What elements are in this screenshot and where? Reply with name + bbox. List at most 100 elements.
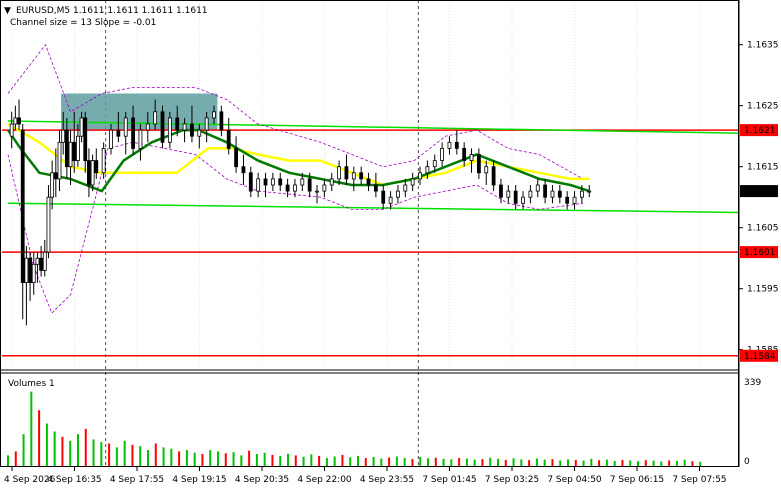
time-tick-label: 4 Sep 23:55 (360, 475, 414, 485)
candle-body (219, 111, 224, 131)
candle-body (182, 123, 187, 131)
candle-body (535, 184, 540, 192)
candle-body (68, 141, 73, 168)
time-tick-label: 7 Sep 04:50 (547, 475, 602, 485)
candle-body (425, 166, 430, 174)
candle-body (123, 117, 128, 137)
candle-body (403, 184, 408, 192)
time-axis: 4 Sep 20264 Sep 16:35 4 Sep 17:55 4 Sep 19… (4, 467, 727, 485)
candle-body (35, 257, 40, 265)
candle-body (270, 178, 275, 186)
candle-body (388, 196, 393, 204)
candle-body (432, 160, 437, 168)
candle-body (94, 160, 99, 174)
candle-body (263, 178, 268, 186)
candle-body (381, 190, 386, 204)
time-tick-label: 4 Sep 16:35 (47, 475, 101, 485)
candle-body (17, 117, 21, 125)
candle-body (13, 117, 18, 125)
candle-body (116, 129, 121, 137)
candle-body (447, 141, 452, 149)
level-tag-label: 1.1621 (744, 126, 776, 136)
price-tick-label: 1.1615 (747, 163, 779, 173)
candle-body (87, 160, 91, 186)
candle-body (359, 172, 364, 180)
symbol-info: EURUSD,M5 1.1611 1.1611 1.1611 1.1611 (16, 6, 208, 16)
candle-body (226, 129, 231, 149)
volumes-title: Volumes 1 (8, 379, 55, 389)
time-tick-label: 4 Sep 17:55 (110, 475, 164, 485)
candle-body (373, 184, 378, 192)
time-tick-label: 4 Sep 20:35 (235, 475, 289, 485)
candle-body (109, 129, 113, 149)
candle-body (175, 117, 180, 131)
candle-body (9, 123, 14, 137)
dropdown-triangle-icon[interactable]: ▼ (4, 6, 11, 16)
candle-body (337, 166, 341, 180)
candle-body (440, 147, 444, 161)
time-tick-label: 7 Sep 07:55 (672, 475, 726, 485)
candle-body (499, 184, 503, 198)
candle-body (329, 178, 334, 186)
candle-body (75, 135, 80, 161)
channel-info: Channel size = 13 Slope = -0.01 (10, 18, 156, 28)
candle-body (50, 172, 55, 198)
candle-body (212, 111, 216, 119)
candle-body (579, 190, 584, 198)
candle-body (278, 178, 283, 186)
candle-body (351, 172, 356, 180)
candle-body (462, 147, 467, 161)
candle-body (72, 141, 77, 162)
candle-body (528, 190, 533, 198)
candle-body (31, 263, 36, 283)
time-tick-label: 4 Sep 19:15 (172, 475, 226, 485)
candle-body (145, 123, 150, 131)
time-tick-label: 7 Sep 06:15 (610, 475, 664, 485)
candle-body (53, 172, 58, 180)
price-tick-label: 1.1635 (747, 41, 779, 51)
candle-body (476, 154, 481, 174)
candle-body (131, 117, 135, 149)
volume-axis-top: 339 (744, 378, 761, 388)
candle-body (293, 184, 297, 192)
candle-body (491, 166, 496, 186)
candle-body (256, 178, 261, 192)
candle-body (241, 166, 246, 174)
candle-body (83, 117, 88, 162)
price-tick-label: 1.1595 (747, 285, 779, 295)
candle-body (61, 129, 66, 143)
candle-body (138, 129, 143, 149)
candle-body (42, 251, 47, 271)
candle-body (418, 172, 422, 180)
candle-body (315, 190, 319, 193)
time-tick-label: 7 Sep 01:45 (422, 475, 476, 485)
current-price-label: 1.1611 (744, 187, 776, 197)
candle-body (565, 196, 570, 204)
candle-body (396, 190, 400, 198)
level-tag-label: 1.1601 (744, 248, 776, 258)
candle-body (28, 257, 32, 284)
candle-body (234, 147, 238, 168)
candle-body (79, 117, 84, 137)
candle-body (24, 257, 29, 284)
candle-body (39, 257, 44, 271)
candle-body (410, 178, 415, 186)
level-tag-label: 1.1584 (744, 352, 776, 362)
candle-body (454, 141, 459, 149)
candle-body (572, 196, 577, 204)
candle-body (160, 111, 165, 143)
candle-body (543, 184, 548, 198)
candle-body (285, 184, 290, 192)
candle-body (557, 190, 562, 198)
candle-body (469, 154, 474, 161)
candle-body (366, 178, 371, 186)
candle-body (204, 117, 209, 131)
candle-body (307, 178, 312, 192)
candle-body (300, 178, 305, 186)
candle-body (153, 111, 158, 125)
candle-body (57, 141, 62, 180)
candle-body (248, 172, 253, 192)
candle-body (167, 117, 172, 143)
time-tick-label: 7 Sep 03:25 (485, 475, 539, 485)
candle-body (521, 196, 525, 204)
